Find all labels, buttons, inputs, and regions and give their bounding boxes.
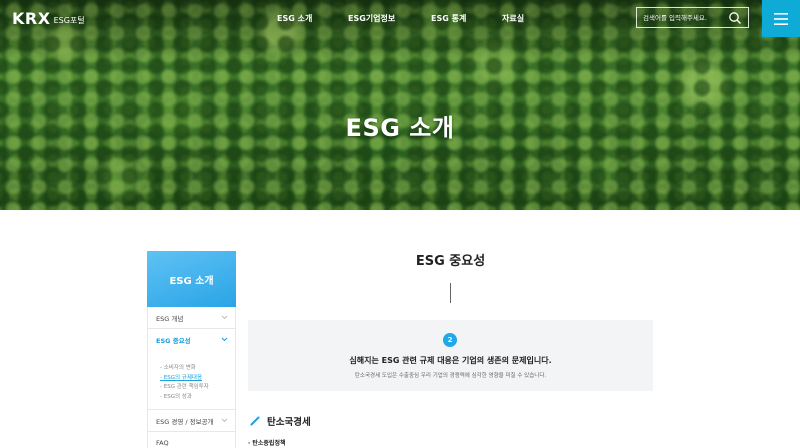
search-input[interactable] (643, 13, 728, 22)
sidebar-menu: ESG 개념 ESG 중요성 - 소비자의 변화 - ESG의 규제대응 - E… (147, 307, 236, 448)
chevron-down-icon (221, 315, 228, 320)
sidebar-item-esg-management[interactable]: ESG 경영 / 정보공개 (148, 410, 235, 432)
submenu-item-esg-performance[interactable]: - ESG의 성과 (160, 392, 235, 402)
submenu-item-responsible-investment[interactable]: - ESG 관련 책임투자 (160, 382, 235, 392)
search-box (636, 7, 749, 28)
page-title: ESG 중요성 (415, 254, 486, 269)
hamburger-menu-button[interactable] (762, 0, 800, 37)
sidebar-item-esg-concept[interactable]: ESG 개념 (148, 307, 235, 329)
info-box-title: 심해지는 ESG 관련 규제 대응은 기업의 생존의 문제입니다. (349, 356, 552, 365)
submenu-item-regulation[interactable]: - ESG의 규제대응 (160, 373, 235, 383)
sidebar-item-label: ESG 개념 (156, 314, 184, 323)
sidebar-heading: ESG 소개 (147, 251, 236, 307)
sidebar-item-label: ESG 경영 / 정보공개 (156, 417, 214, 426)
nav-esg-intro[interactable]: ESG 소개 (277, 13, 312, 24)
submenu-label: ESG의 성과 (163, 393, 192, 400)
submenu-label: 소비자의 변화 (163, 365, 196, 371)
section-title: 탄소국경세 (267, 417, 311, 428)
sidebar-item-faq[interactable]: FAQ (148, 432, 235, 448)
chevron-down-icon (221, 337, 228, 342)
submenu-label: ESG의 규제대응 (163, 374, 203, 381)
sub-heading: · 탄소중립정책 (248, 440, 286, 447)
sidebar-item-esg-importance[interactable]: ESG 중요성 (148, 329, 235, 351)
site-header: KRX ESG포털 ESG 소개 ESG기업정보 ESG 통계 자료실 (0, 0, 800, 37)
nav-archive[interactable]: 자료실 (502, 13, 524, 24)
hamburger-icon (774, 12, 788, 25)
info-box-description: 탄소국경세 도입은 수출중심 우리 기업의 경쟁력에 심각한 영향을 미칠 수 … (354, 373, 547, 379)
number-badge: 2 (443, 333, 457, 347)
sidebar-item-label: FAQ (156, 439, 169, 447)
pencil-icon (250, 416, 260, 426)
search-icon[interactable] (728, 11, 742, 25)
title-divider (450, 283, 451, 303)
submenu-label: ESG 관련 책임투자 (163, 384, 209, 390)
nav-esg-company-info[interactable]: ESG기업정보 (348, 13, 395, 24)
section-heading: 탄소국경세 (250, 414, 311, 428)
submenu-item-consumer-change[interactable]: - 소비자의 변화 (160, 363, 235, 373)
sidebar-submenu: - 소비자의 변화 - ESG의 규제대응 - ESG 관련 책임투자 - ES… (148, 351, 235, 410)
sidebar-item-label: ESG 중요성 (156, 337, 191, 345)
hero-title: ESG 소개 (345, 114, 455, 142)
info-box: 2 심해지는 ESG 관련 규제 대응은 기업의 생존의 문제입니다. 탄소국경… (248, 320, 653, 391)
chevron-down-icon (221, 418, 228, 423)
nav-esg-statistics[interactable]: ESG 통계 (431, 13, 466, 24)
